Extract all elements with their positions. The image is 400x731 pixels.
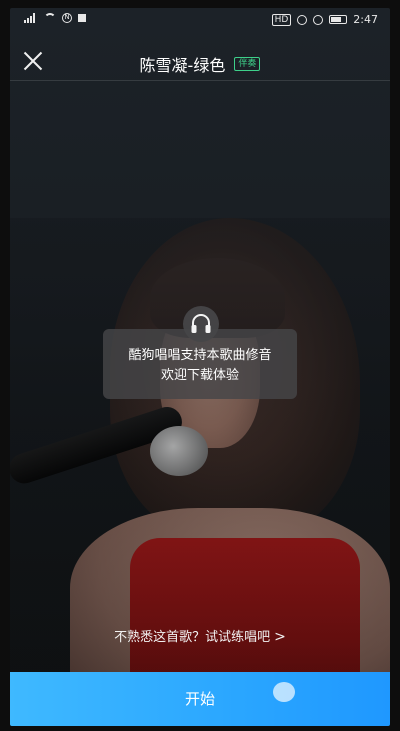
nfc-icon: N [62, 13, 72, 23]
top-bar: 陈雪凝-绿色 伴奏 [10, 40, 390, 81]
headphone-icon [183, 306, 219, 342]
status-left: N [24, 13, 86, 23]
song-title-wrap: 陈雪凝-绿色 伴奏 [10, 52, 390, 76]
song-title: 陈雪凝-绿色 [139, 56, 226, 75]
start-label: 开始 [184, 690, 215, 708]
accompaniment-badge: 伴奏 [234, 57, 261, 71]
battery-icon [329, 15, 348, 24]
status-right: HD 2:47 [271, 13, 378, 26]
wifi-icon [44, 13, 56, 23]
photo-overlay [10, 218, 390, 678]
status-time: 2:47 [353, 13, 378, 26]
toast-line-2: 欢迎下载体验 [160, 368, 239, 383]
practice-label: 不熟悉这首歌？试试练唱吧 [114, 630, 271, 645]
alarm-icon [297, 14, 308, 25]
karaoke-screen: N HD 2:47 陈雪凝-绿色 伴奏 酷狗唱唱支持本歌曲修音 欢迎下载体验 不… [10, 8, 390, 726]
hd-icon: HD [271, 13, 292, 26]
start-button[interactable]: 开始 [10, 672, 390, 726]
notification-icon [78, 14, 86, 22]
background-photo [10, 218, 390, 678]
practice-link[interactable]: 不熟悉这首歌？试试练唱吧 > [10, 626, 390, 645]
vibrate-icon [313, 14, 324, 25]
chevron-right-icon: > [274, 629, 286, 645]
touch-indicator [273, 682, 295, 702]
status-bar: N HD 2:47 [10, 8, 390, 30]
toast-line-1: 酷狗唱唱支持本歌曲修音 [128, 348, 272, 363]
signal-icon [24, 13, 38, 23]
